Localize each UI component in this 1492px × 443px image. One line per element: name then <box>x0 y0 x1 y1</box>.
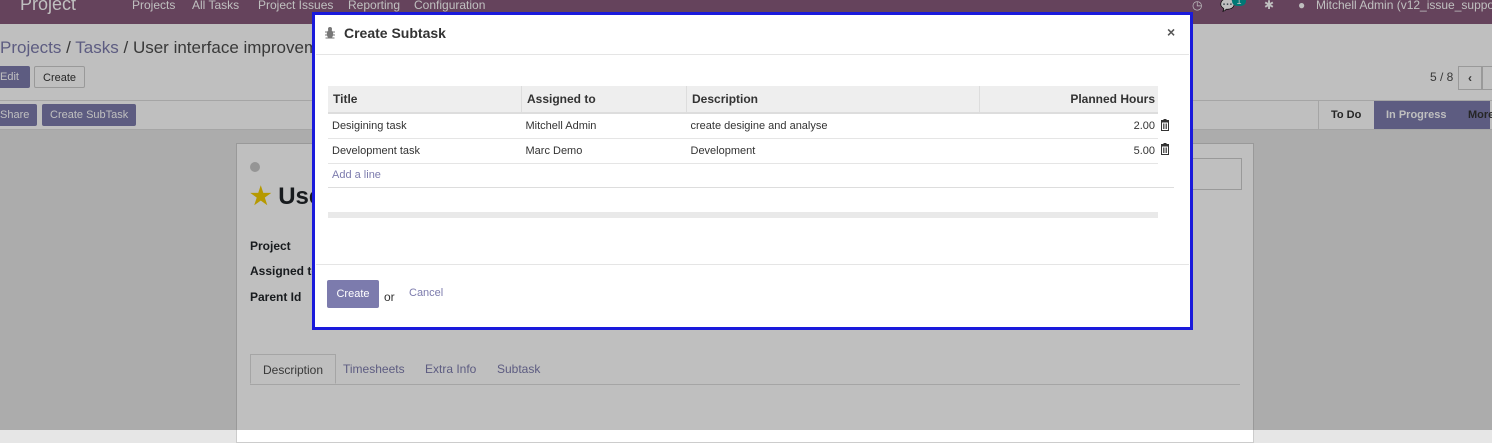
cell-assigned[interactable]: Mitchell Admin <box>521 113 687 139</box>
modal-title: Create Subtask <box>344 25 446 41</box>
trash-icon[interactable] <box>1159 143 1171 155</box>
subtask-table: Title Assigned to Description Planned Ho… <box>328 86 1158 164</box>
cell-description[interactable]: Development <box>686 138 980 164</box>
column-header-planned-hours[interactable]: Planned Hours <box>979 86 1158 114</box>
trash-icon[interactable] <box>1159 119 1171 131</box>
table-header-row: Title Assigned to Description Planned Ho… <box>328 86 1158 114</box>
cell-title[interactable]: Desigining task <box>328 113 522 139</box>
cell-assigned[interactable]: Marc Demo <box>521 138 687 164</box>
column-header-title[interactable]: Title <box>328 86 522 114</box>
table-footer <box>328 212 1158 218</box>
cancel-button[interactable]: Cancel <box>409 287 443 299</box>
cell-description[interactable]: create desigine and analyse <box>686 113 980 139</box>
close-icon[interactable]: × <box>1167 24 1175 40</box>
table-row[interactable]: Desigining task Mitchell Admin create de… <box>328 113 1158 139</box>
column-header-description[interactable]: Description <box>686 86 980 114</box>
add-line-row: Add a line <box>328 162 1174 188</box>
cell-title[interactable]: Development task <box>328 138 522 164</box>
cell-hours[interactable]: 5.00 <box>979 138 1158 164</box>
create-subtask-confirm-button[interactable]: Create <box>327 280 379 308</box>
modal-header: Create Subtask × <box>316 16 1189 55</box>
cell-hours[interactable]: 2.00 <box>979 113 1158 139</box>
create-subtask-dialog: Create Subtask × Title Assigned to Descr… <box>316 16 1189 326</box>
bug-icon <box>325 27 335 39</box>
modal-footer: Create or Cancel <box>316 264 1189 327</box>
add-line-link[interactable]: Add a line <box>332 169 381 181</box>
or-text: or <box>384 290 395 304</box>
table-row[interactable]: Development task Marc Demo Development 5… <box>328 138 1158 164</box>
column-header-assigned[interactable]: Assigned to <box>521 86 687 114</box>
